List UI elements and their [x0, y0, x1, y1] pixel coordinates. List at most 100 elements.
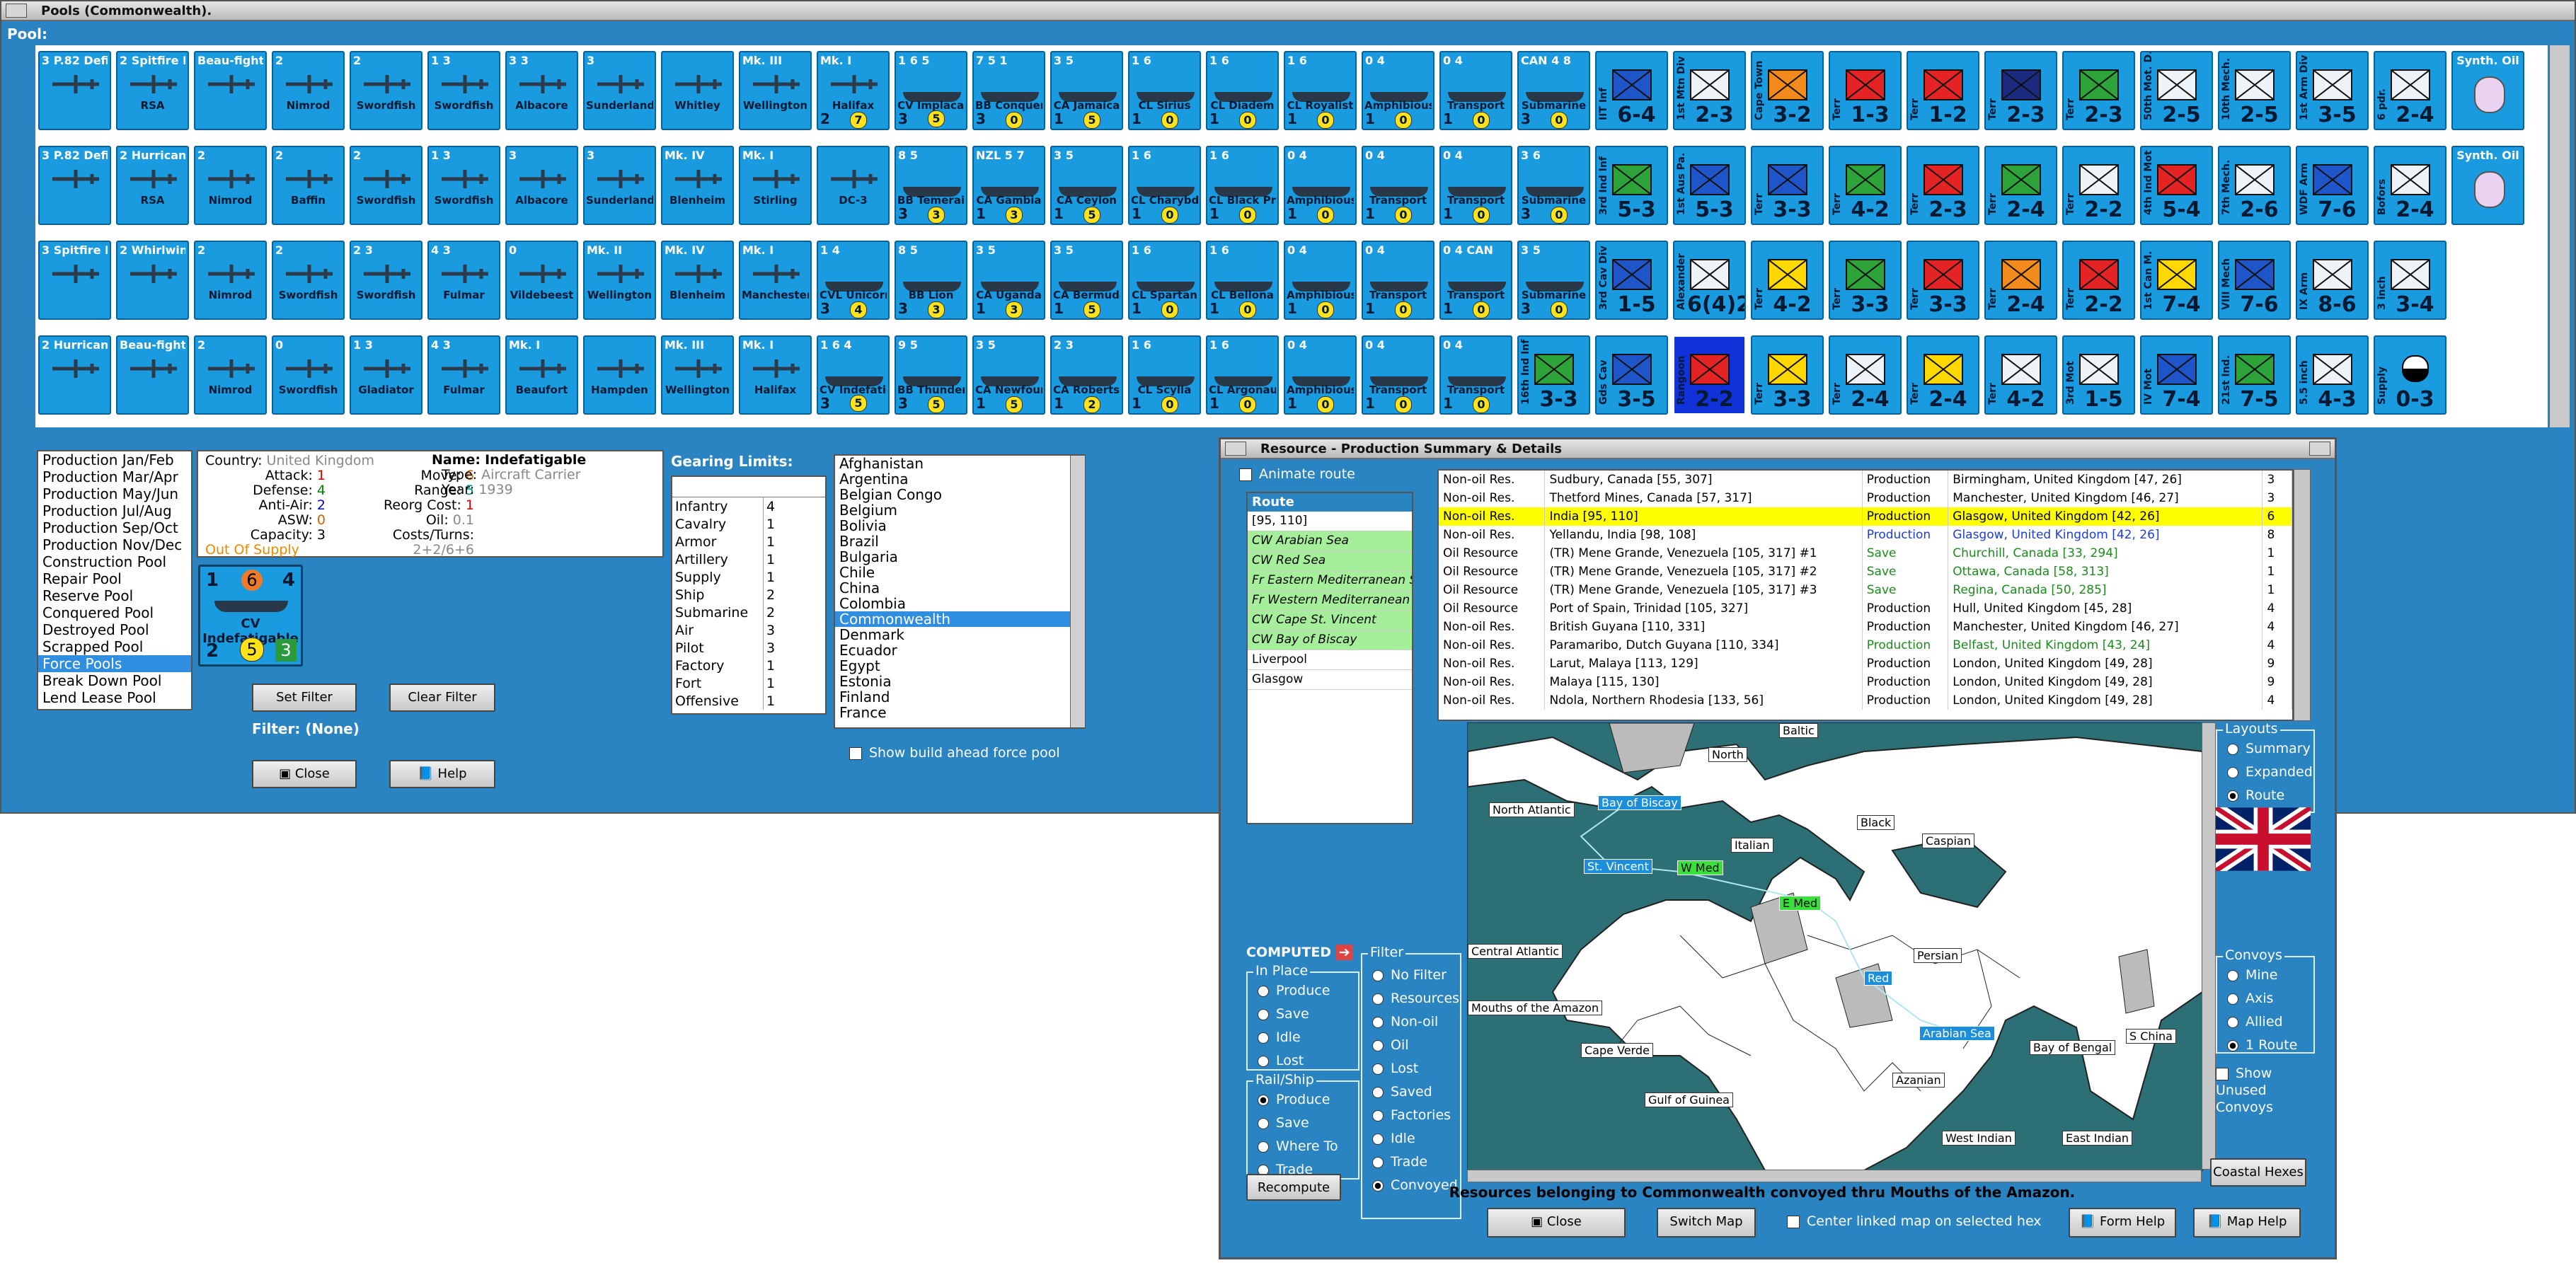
radio-button[interactable]: [2227, 790, 2238, 802]
show-unused-row[interactable]: Show Unused Convoys: [2216, 1065, 2315, 1116]
unit-counter[interactable]: 0 4 CAN Transport 1 0: [1439, 241, 1512, 320]
unit-counter[interactable]: IIT Inf 6-4: [1595, 51, 1668, 130]
unit-counter[interactable]: Terr 2-3: [1984, 51, 2057, 130]
unit-counter[interactable]: 1 6 CL Spartan 1 0: [1128, 241, 1201, 320]
unit-counter[interactable]: 3 5CA Newfoundland15: [972, 335, 1045, 415]
unit-counter[interactable]: Bofors 2-4: [2374, 146, 2446, 225]
resource-row[interactable]: Non-oil Res. Malaya [115, 130] Production L…: [1439, 673, 2292, 691]
unit-counter[interactable]: 1st Mtn Div 2-3: [1673, 51, 1746, 130]
route-step[interactable]: CW Bay of Biscay: [1248, 630, 1412, 650]
filters-option[interactable]: Trade: [1372, 1154, 1427, 1170]
unit-counter[interactable]: 2 3 Swordfish 2: [350, 241, 422, 320]
unit-counter[interactable]: 2 Swordfish 2: [350, 146, 422, 225]
unit-counter[interactable]: 2 Nimrod 3: [194, 335, 267, 415]
unit-counter[interactable]: Terr 4-2: [1984, 335, 2057, 415]
map-sea-label[interactable]: Cape Verde: [1581, 1043, 1653, 1058]
unit-counter[interactable]: 16th Ind Inf 3-3: [1517, 335, 1590, 415]
map-sea-label[interactable]: West Indian: [1942, 1131, 2016, 1146]
unit-counter[interactable]: 50th Mot. D. 2-5: [2140, 51, 2213, 130]
map-sea-label[interactable]: Persian: [1914, 948, 1962, 963]
radio-button[interactable]: [2227, 1039, 2238, 1051]
route-list[interactable]: Route [95, 110] CW Arabian Sea CW Red Sea F…: [1246, 492, 1413, 824]
resource-row[interactable]: Oil Resource (TR) Mene Grande, Venezuela …: [1439, 581, 2292, 599]
country-list-item[interactable]: Bulgaria: [835, 549, 1084, 565]
unit-counter[interactable]: 1 6CL Charybdis10: [1128, 146, 1201, 225]
map-sea-label[interactable]: Caspian: [1922, 834, 1974, 848]
unit-counter[interactable]: 0 4 Amphibious 1 0: [1284, 241, 1357, 320]
map-route-label[interactable]: E Med: [1779, 896, 1821, 911]
pool-list-item[interactable]: Force Pools: [38, 655, 191, 672]
unit-counter[interactable]: Supply 0-3: [2374, 335, 2446, 415]
country-list-scrollbar[interactable]: [1070, 456, 1085, 727]
unit-counter[interactable]: 2 3CA Roberts II12: [1050, 335, 1123, 415]
radio-button[interactable]: [1372, 1063, 1384, 1075]
resource-row[interactable]: Non-oil Res. Sudbury, Canada [55, 307] Pro…: [1439, 471, 2292, 489]
layouts-option[interactable]: Expanded: [2227, 764, 2313, 780]
radio-button[interactable]: [1258, 1032, 1269, 1044]
resource-row[interactable]: Non-oil Res. Thetford Mines, Canada [57, …: [1439, 489, 2292, 507]
unit-counter[interactable]: VIII Mech 7-6: [2218, 241, 2291, 320]
unit-counter[interactable]: Terr 3-3: [1829, 241, 1902, 320]
pool-type-list[interactable]: Production Jan/Feb Production Mar/Apr Prod…: [37, 450, 192, 710]
map-hscroll[interactable]: [1467, 1170, 2202, 1182]
map-route-label[interactable]: St. Vincent: [1584, 859, 1652, 874]
show-unused-checkbox[interactable]: [2216, 1067, 2229, 1080]
route-step[interactable]: Liverpool: [1248, 650, 1412, 670]
railship-option[interactable]: Save: [1258, 1115, 1309, 1131]
unit-counter[interactable]: 3 Sunderland 20: [583, 51, 656, 130]
pool-list-item[interactable]: Production May/Jun: [38, 485, 191, 502]
map-route-label[interactable]: W Med: [1677, 860, 1723, 875]
unit-counter[interactable]: Whitley 5: [661, 51, 734, 130]
unit-counter[interactable]: 1 6 CL Royalist 1 0: [1284, 51, 1357, 130]
unit-counter[interactable]: Terr 2-2: [2062, 146, 2135, 225]
radio-button[interactable]: [1258, 1141, 1269, 1153]
filters-option[interactable]: Saved: [1372, 1084, 1432, 1100]
inplace-option[interactable]: Idle: [1258, 1030, 1301, 1045]
pool-list-item[interactable]: Production Jan/Feb: [38, 451, 191, 468]
resource-row[interactable]: Non-oil Res. Ndola, Northern Rhodesia [13…: [1439, 691, 2292, 710]
radio-button[interactable]: [2227, 1016, 2238, 1028]
unit-counter[interactable]: 8 5BB Temeraire33: [895, 146, 967, 225]
filters-option[interactable]: Oil: [1372, 1037, 1409, 1053]
unit-counter[interactable]: 2 Nimrod 4: [194, 146, 267, 225]
country-list-item[interactable]: Denmark: [835, 627, 1084, 642]
resource-row[interactable]: Non-oil Res. Paramaribo, Dutch Guyana [11…: [1439, 636, 2292, 654]
unit-counter[interactable]: Cape Town 3-2: [1751, 51, 1824, 130]
unit-counter[interactable]: Mk. II Wellington 6: [583, 241, 656, 320]
radio-button[interactable]: [2227, 766, 2238, 778]
unit-counter[interactable]: 9 5BB Thunderer35: [895, 335, 967, 415]
unit-counter[interactable]: 2 Nimrod 3: [194, 241, 267, 320]
unit-counter[interactable]: 4 3 Fulmar 5: [427, 241, 500, 320]
unit-counter[interactable]: 2 Hurricane IIA RSA 3: [116, 146, 189, 225]
unit-counter[interactable]: 1 4 CVL Unicorn 3 4: [817, 241, 890, 320]
radio-button[interactable]: [1372, 969, 1384, 981]
center-linked-row[interactable]: Center linked map on selected hex: [1787, 1213, 2042, 1229]
resource-table[interactable]: Non-oil Res. Sudbury, Canada [55, 307] Pro…: [1437, 469, 2294, 721]
unit-counter[interactable]: 3 P.82 Defiant 3: [38, 146, 111, 225]
unit-counter[interactable]: 0 4 Amphibious 1 0: [1284, 335, 1357, 415]
radio-button[interactable]: [1372, 1156, 1384, 1168]
route-step[interactable]: CW Arabian Sea: [1248, 531, 1412, 551]
unit-counter[interactable]: Mk. III Wellington 6: [661, 335, 734, 415]
build-ahead-row[interactable]: Show build ahead force pool: [834, 737, 1086, 768]
radio-button[interactable]: [1372, 1016, 1384, 1028]
route-step[interactable]: CW Cape St. Vincent: [1248, 611, 1412, 630]
unit-counter[interactable]: Terr 2-2: [2062, 241, 2135, 320]
unit-counter[interactable]: Mk. I Halifax 7: [739, 335, 812, 415]
layouts-option[interactable]: Summary: [2227, 741, 2311, 756]
pool-list-item[interactable]: Break Down Pool: [38, 672, 191, 689]
resource-window-menu-icon[interactable]: [1225, 442, 1246, 456]
radio-button[interactable]: [2227, 993, 2238, 1005]
map-sea-label[interactable]: Italian: [1731, 838, 1773, 853]
country-list-item[interactable]: Belgian Congo: [835, 487, 1084, 502]
build-ahead-checkbox[interactable]: [849, 746, 862, 760]
pool-list-item[interactable]: Production Mar/Apr: [38, 468, 191, 485]
unit-counter[interactable]: WDF Arm 7-6: [2296, 146, 2369, 225]
unit-counter[interactable]: Synth. Oil: [2451, 146, 2524, 225]
pool-list-item[interactable]: Production Nov/Dec: [38, 536, 191, 553]
unit-counter[interactable]: Hampden 7: [583, 335, 656, 415]
route-step[interactable]: Glasgow: [1248, 670, 1412, 690]
pool-list-item[interactable]: Scrapped Pool: [38, 638, 191, 655]
unit-counter[interactable]: 1 6 CL Sirius 1 0: [1128, 51, 1201, 130]
resource-row[interactable]: Oil Resource (TR) Mene Grande, Venezuela …: [1439, 544, 2292, 563]
